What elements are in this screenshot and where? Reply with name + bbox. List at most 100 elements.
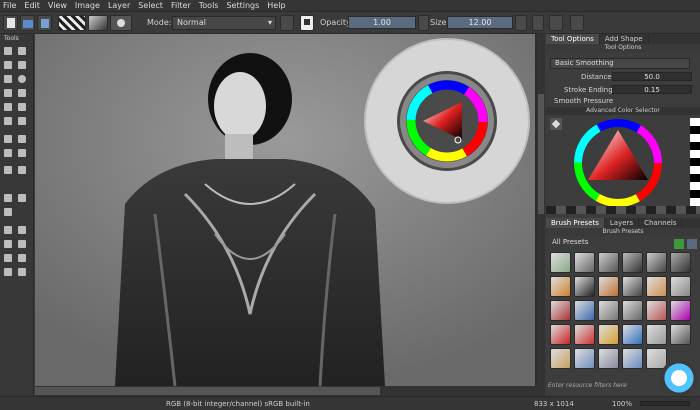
brush-preset-item[interactable] bbox=[550, 276, 571, 297]
menu-help[interactable]: Help bbox=[267, 1, 285, 10]
brush-preset-item[interactable] bbox=[646, 300, 667, 321]
save-document-button[interactable] bbox=[37, 15, 52, 31]
advanced-color-selector[interactable] bbox=[572, 118, 664, 208]
brush-preset-item[interactable] bbox=[550, 252, 571, 273]
tab-tool-options[interactable]: Tool Options bbox=[546, 34, 600, 44]
zoom-level[interactable]: 100% bbox=[612, 400, 632, 408]
brush-preset-item[interactable] bbox=[622, 324, 643, 345]
reset-opacity-button[interactable] bbox=[280, 15, 294, 31]
brush-preset-item[interactable] bbox=[622, 300, 643, 321]
color-picker-tool[interactable] bbox=[18, 166, 26, 174]
brush-preset-item[interactable] bbox=[550, 324, 571, 345]
brush-preset-item[interactable] bbox=[670, 276, 691, 297]
similar-select-tool[interactable] bbox=[18, 254, 26, 262]
zoom-slider[interactable] bbox=[640, 401, 690, 406]
stroke-ending-slider[interactable]: 0.15 bbox=[612, 85, 692, 94]
color-picker-button[interactable] bbox=[550, 118, 562, 130]
contiguous-select-tool[interactable] bbox=[4, 254, 12, 262]
menu-view[interactable]: View bbox=[48, 1, 67, 10]
select-shapes-tool[interactable] bbox=[4, 47, 12, 55]
mirror-horizontal-button[interactable] bbox=[532, 15, 544, 31]
rect-select-tool[interactable] bbox=[4, 226, 12, 234]
rectangle-tool[interactable] bbox=[4, 75, 12, 83]
menu-file[interactable]: File bbox=[3, 1, 16, 10]
poly-select-tool[interactable] bbox=[4, 240, 12, 248]
bezier-select-tool[interactable] bbox=[4, 268, 12, 276]
brush-preset-item[interactable] bbox=[646, 252, 667, 273]
tab-brush-presets[interactable]: Brush Presets bbox=[546, 218, 605, 228]
text-tool[interactable] bbox=[18, 47, 26, 55]
brush-preset-item[interactable] bbox=[574, 324, 595, 345]
smoothing-mode-select[interactable]: Basic Smoothing bbox=[550, 58, 690, 69]
horizontal-scrollbar[interactable] bbox=[35, 386, 545, 396]
bezier-tool[interactable] bbox=[4, 103, 12, 111]
brush-preset-item[interactable] bbox=[646, 276, 667, 297]
size-lock-button[interactable] bbox=[515, 15, 527, 31]
fill-tool[interactable] bbox=[4, 166, 12, 174]
brush-preset-item[interactable] bbox=[598, 348, 619, 369]
freehand-path-tool[interactable] bbox=[18, 103, 26, 111]
vertical-scrollbar[interactable] bbox=[537, 34, 545, 386]
distance-slider[interactable]: 50.0 bbox=[612, 72, 692, 81]
magnetic-select-tool[interactable] bbox=[18, 268, 26, 276]
resource-filter-input[interactable]: Enter resource filters here bbox=[548, 382, 658, 392]
polygon-tool[interactable] bbox=[4, 89, 12, 97]
view-mode-button[interactable] bbox=[687, 239, 697, 249]
brush-preset-item[interactable] bbox=[670, 252, 691, 273]
brush-preset-item[interactable] bbox=[598, 276, 619, 297]
transform-tool[interactable] bbox=[4, 149, 12, 157]
measure-tool[interactable] bbox=[18, 194, 26, 202]
freehand-select-tool[interactable] bbox=[18, 240, 26, 248]
polyline-tool[interactable] bbox=[18, 89, 26, 97]
brush-preset-item[interactable] bbox=[574, 276, 595, 297]
dynamic-brush-tool[interactable] bbox=[4, 117, 12, 125]
popup-palette[interactable] bbox=[362, 36, 532, 206]
mirror-vertical-button[interactable] bbox=[549, 15, 563, 31]
menu-layer[interactable]: Layer bbox=[108, 1, 130, 10]
open-document-button[interactable] bbox=[20, 15, 35, 31]
brush-preset-item[interactable] bbox=[574, 252, 595, 273]
brush-preset-item[interactable] bbox=[622, 276, 643, 297]
brush-preset-item[interactable] bbox=[598, 252, 619, 273]
reference-tool[interactable] bbox=[4, 208, 12, 216]
menu-tools[interactable]: Tools bbox=[199, 1, 219, 10]
size-field[interactable]: 12.00 bbox=[447, 16, 513, 29]
menu-select[interactable]: Select bbox=[138, 1, 163, 10]
brush-preset-item[interactable] bbox=[622, 252, 643, 273]
brush-preset-selector[interactable] bbox=[110, 15, 132, 31]
pattern-selector[interactable] bbox=[88, 15, 108, 31]
freehand-brush-tool[interactable] bbox=[4, 61, 12, 69]
preset-filter-select[interactable]: All Presets bbox=[548, 238, 668, 249]
brush-preset-item[interactable] bbox=[574, 300, 595, 321]
gradient-selector[interactable] bbox=[58, 15, 86, 31]
opacity-field[interactable]: 1.00 bbox=[348, 16, 416, 29]
brush-preset-item[interactable] bbox=[670, 300, 691, 321]
workspace-button[interactable] bbox=[570, 15, 584, 31]
ellipse-tool[interactable] bbox=[18, 75, 26, 83]
checker-toggle-button[interactable] bbox=[300, 15, 314, 31]
menu-settings[interactable]: Settings bbox=[226, 1, 259, 10]
brush-preset-item[interactable] bbox=[670, 324, 691, 345]
crop-tool[interactable] bbox=[4, 135, 12, 143]
ellipse-select-tool[interactable] bbox=[18, 226, 26, 234]
gradient-tool[interactable] bbox=[18, 149, 26, 157]
smooth-pressure-checkbox[interactable]: Smooth Pressure bbox=[554, 97, 613, 105]
blend-mode-select[interactable]: Normal ▾ bbox=[172, 16, 276, 30]
new-document-button[interactable] bbox=[3, 15, 18, 31]
brush-preset-item[interactable] bbox=[598, 324, 619, 345]
brush-preset-item[interactable] bbox=[550, 348, 571, 369]
shade-strip[interactable] bbox=[690, 118, 700, 208]
menu-edit[interactable]: Edit bbox=[24, 1, 40, 10]
tab-add-shape[interactable]: Add Shape bbox=[600, 34, 649, 44]
recent-colors-row[interactable] bbox=[546, 206, 700, 214]
opacity-lock-button[interactable] bbox=[418, 15, 429, 31]
brush-preset-item[interactable] bbox=[622, 348, 643, 369]
menu-image[interactable]: Image bbox=[75, 1, 100, 10]
brush-preset-item[interactable] bbox=[598, 300, 619, 321]
tab-channels[interactable]: Channels bbox=[639, 218, 683, 228]
add-tag-button[interactable] bbox=[674, 239, 684, 249]
move-tool[interactable] bbox=[18, 135, 26, 143]
assistant-tool[interactable] bbox=[4, 194, 12, 202]
brush-preset-item[interactable] bbox=[646, 324, 667, 345]
line-tool[interactable] bbox=[18, 61, 26, 69]
